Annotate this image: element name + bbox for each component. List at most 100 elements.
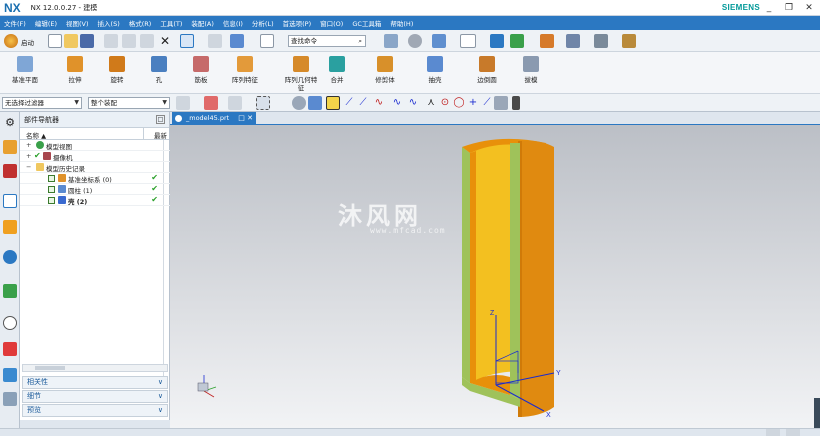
menu-tools[interactable]: 工具(T) <box>160 18 182 28</box>
snap-end-icon[interactable] <box>326 96 340 110</box>
render-style-icon[interactable] <box>408 34 422 48</box>
tree-row-cameras[interactable]: + ✔ 摄像机 <box>20 151 170 162</box>
menu-format[interactable]: 格式(R) <box>129 18 152 28</box>
snap-center-icon[interactable]: ⊙ <box>438 96 452 110</box>
menu-insert[interactable]: 插入(S) <box>98 18 120 28</box>
snap-icon[interactable] <box>540 34 554 48</box>
restore-button[interactable]: ❐ <box>782 2 796 14</box>
select-type-icon[interactable] <box>204 96 218 110</box>
assembly-navigator-icon[interactable] <box>3 140 17 154</box>
menu-view[interactable]: 视图(V) <box>66 18 89 28</box>
window-icon[interactable] <box>260 34 274 48</box>
snap-intersect-icon[interactable]: ⋏ <box>424 96 438 110</box>
minimize-button[interactable]: _ <box>762 2 776 14</box>
open-folder-icon[interactable] <box>64 34 78 48</box>
pattern-feature-button[interactable]: 阵列特征 <box>220 54 270 84</box>
tree-row-datum-csys[interactable]: 基准坐标系 (0) ✔ <box>20 173 170 184</box>
tree-row-model-history[interactable]: − 模型历史记录 <box>20 162 170 173</box>
ruler-icon[interactable] <box>622 34 636 48</box>
paste-icon[interactable] <box>140 34 154 48</box>
delete-icon[interactable]: ✕ <box>158 34 172 48</box>
document-tab[interactable]: _model45.prt □ ✕ <box>172 112 256 125</box>
close-icon[interactable]: □ <box>156 115 165 124</box>
measure-icon[interactable] <box>594 34 608 48</box>
orient-view-icon[interactable] <box>490 34 504 48</box>
menu-assembly[interactable]: 装配(A) <box>191 18 214 28</box>
select-chain-icon[interactable] <box>228 96 242 110</box>
scrollbar-thumb[interactable] <box>35 366 65 370</box>
tree-row-model-views[interactable]: + 模型视图 <box>20 140 170 151</box>
rib-button[interactable]: 筋板 <box>176 54 226 84</box>
snap-tangent-icon[interactable]: ⟋ <box>480 96 494 110</box>
expand-icon[interactable]: + <box>26 141 31 149</box>
snap-mid-icon[interactable]: ⟋ <box>342 96 356 110</box>
column-name[interactable]: 名称 ▲ <box>26 130 46 140</box>
close-icon[interactable]: □ ✕ <box>238 112 253 125</box>
unite-button[interactable]: 合并 <box>312 54 362 84</box>
roles-icon[interactable] <box>3 392 17 406</box>
menu-window[interactable]: 窗口(O) <box>320 18 343 28</box>
model-view[interactable]: Z Y X <box>170 125 820 428</box>
snap-bar-icon[interactable] <box>512 96 520 110</box>
close-button[interactable]: ✕ <box>802 2 816 14</box>
visualization-icon[interactable] <box>3 342 17 356</box>
cube-icon[interactable] <box>308 96 322 110</box>
filter-icon[interactable] <box>176 96 190 110</box>
collapse-icon[interactable]: − <box>26 163 31 171</box>
visibility-checkbox[interactable] <box>48 175 55 182</box>
start-icon[interactable] <box>4 34 18 48</box>
section-preview[interactable]: 预览 ∨ <box>22 404 168 417</box>
menu-gc-toolbox[interactable]: GC工具箱 <box>352 18 381 28</box>
section-details[interactable]: 细节 ∨ <box>22 390 168 403</box>
snap-options-icon[interactable] <box>494 96 508 110</box>
draft-button[interactable]: 拔模 <box>506 54 556 84</box>
history-icon[interactable] <box>3 284 17 298</box>
visibility-checkbox[interactable] <box>48 186 55 193</box>
menu-analysis[interactable]: 分析(L) <box>252 18 274 28</box>
clock-icon[interactable] <box>3 316 17 330</box>
menu-preferences[interactable]: 首选项(P) <box>283 18 312 28</box>
snap-line-icon[interactable]: ⟋ <box>356 96 370 110</box>
shell-button[interactable]: 抽壳 <box>410 54 460 84</box>
gear-icon[interactable]: ⚙ <box>3 116 17 130</box>
tree-row-cylinder[interactable]: 圆柱 (1) ✔ <box>20 184 170 195</box>
section-dependencies[interactable]: 相关性 ∨ <box>22 376 168 389</box>
save-icon[interactable] <box>80 34 94 48</box>
menu-file[interactable]: 文件(F) <box>4 18 26 28</box>
snap-wave-icon[interactable]: ∿ <box>406 96 420 110</box>
constraint-navigator-icon[interactable] <box>3 164 17 178</box>
visibility-checkbox[interactable] <box>48 197 55 204</box>
selection-scope-dropdown[interactable]: 整个装配 ▼ <box>88 97 170 109</box>
rect-select-icon[interactable] <box>256 96 270 110</box>
snap-quadrant-icon[interactable]: ◯ <box>452 96 466 110</box>
snap-spline-icon[interactable]: ∿ <box>390 96 404 110</box>
move-icon[interactable] <box>230 34 244 48</box>
side-handle[interactable] <box>814 398 820 428</box>
expand-icon[interactable]: + <box>26 152 31 160</box>
process-studio-icon[interactable] <box>3 368 17 382</box>
view-icon[interactable] <box>292 96 306 110</box>
shaded-view-icon[interactable] <box>432 34 446 48</box>
web-browser-icon[interactable] <box>3 250 17 264</box>
part-navigator-icon[interactable] <box>3 194 17 208</box>
menu-help[interactable]: 帮助(H) <box>390 18 413 28</box>
tree-row-shell[interactable]: 壳 (2) ✔ <box>20 195 170 206</box>
trim-body-button[interactable]: 修剪体 <box>360 54 410 84</box>
edge-blend-button[interactable]: 边倒圆 <box>462 54 512 84</box>
analysis-icon[interactable] <box>566 34 580 48</box>
reuse-library-icon[interactable] <box>3 220 17 234</box>
column-latest[interactable]: 最新 <box>154 130 167 140</box>
cut-icon[interactable] <box>104 34 118 48</box>
snap-point-icon[interactable]: + <box>466 96 480 110</box>
command-search[interactable]: 查找命令 ⌕ <box>288 35 366 47</box>
navigator-scrollbar[interactable] <box>22 364 168 372</box>
section-view-icon[interactable] <box>510 34 524 48</box>
menu-info[interactable]: 信息(I) <box>223 18 243 28</box>
menu-edit[interactable]: 编辑(E) <box>35 18 57 28</box>
select-arrow-icon[interactable] <box>180 34 194 48</box>
undo-icon[interactable] <box>208 34 222 48</box>
copy-icon[interactable] <box>122 34 136 48</box>
start-label[interactable]: 启动 <box>21 37 34 47</box>
datum-plane-button[interactable]: 基准平面 <box>0 54 50 84</box>
selection-filter-dropdown[interactable]: 无选择过滤器 ▼ <box>2 97 82 109</box>
